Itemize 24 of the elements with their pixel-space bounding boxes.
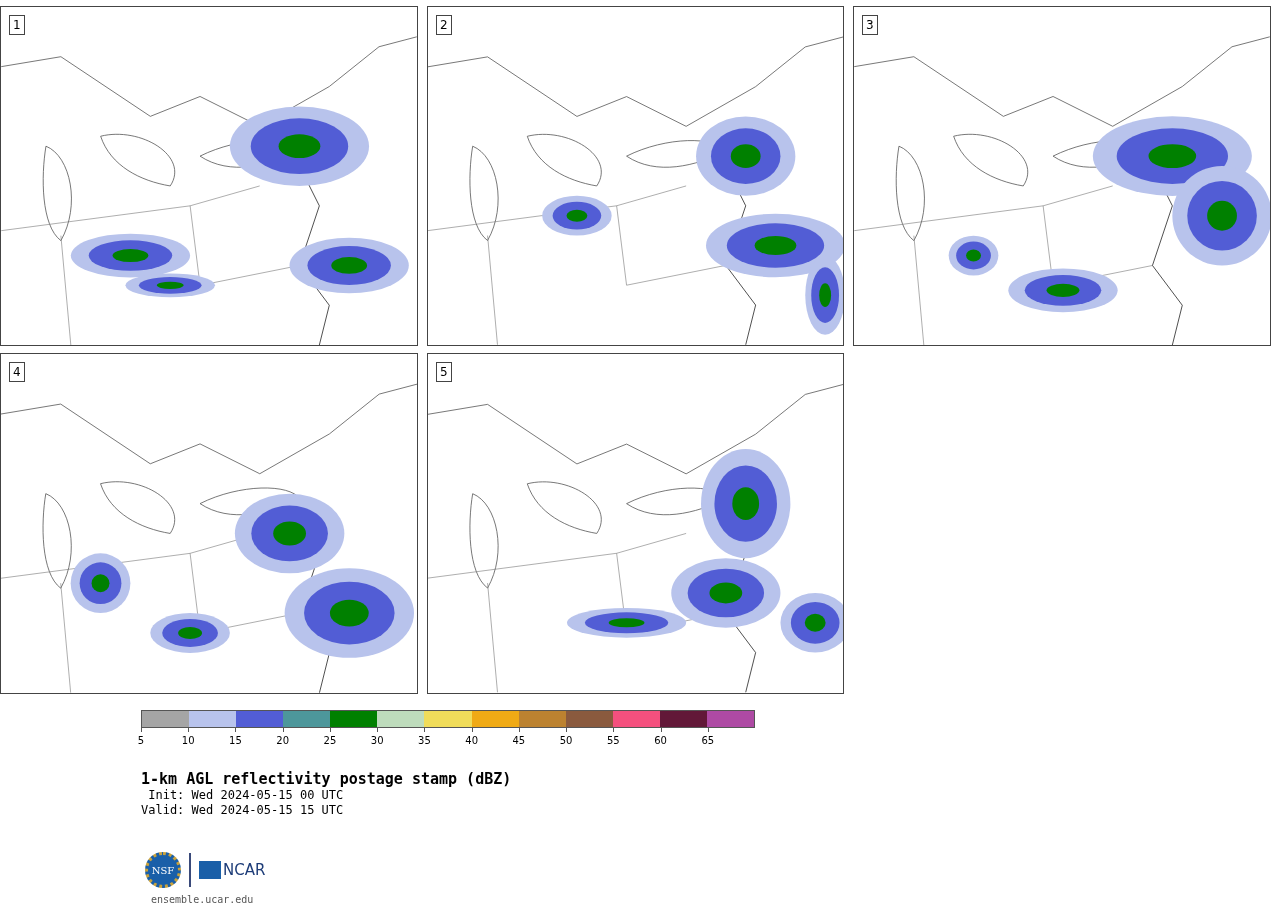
- panel-number: 1: [9, 15, 25, 35]
- tick-label: 25: [322, 735, 338, 747]
- site-url: ensemble.ucar.edu: [151, 894, 255, 905]
- tick-label: 40: [464, 735, 479, 747]
- panel-number: 5: [436, 362, 452, 382]
- valid-time: Valid: Wed 2024-05-15 15 UTC: [141, 803, 345, 818]
- panel-number: 3: [862, 15, 878, 35]
- tick-label: 20: [275, 735, 291, 747]
- tick-label: 45: [511, 735, 527, 747]
- tick-label: 5: [136, 735, 146, 747]
- tick-label: 30: [369, 735, 385, 747]
- tick-label: 15: [228, 735, 243, 747]
- panel-number: 4: [9, 362, 25, 382]
- tick-label: 60: [653, 735, 668, 747]
- ncar-logo: NCAR: [199, 861, 266, 879]
- tick-label: 55: [605, 735, 621, 747]
- plot-title: 1-km AGL reflectivity postage stamp (dBZ): [141, 770, 513, 788]
- tick-label: 50: [558, 735, 574, 747]
- panel-number: 2: [436, 15, 452, 35]
- tick-label: 10: [180, 735, 196, 747]
- tick-label: 65: [700, 735, 716, 747]
- tick-label: 35: [417, 735, 432, 747]
- nsf-logo: NSF: [145, 852, 181, 888]
- init-time: Init: Wed 2024-05-15 00 UTC: [147, 788, 345, 803]
